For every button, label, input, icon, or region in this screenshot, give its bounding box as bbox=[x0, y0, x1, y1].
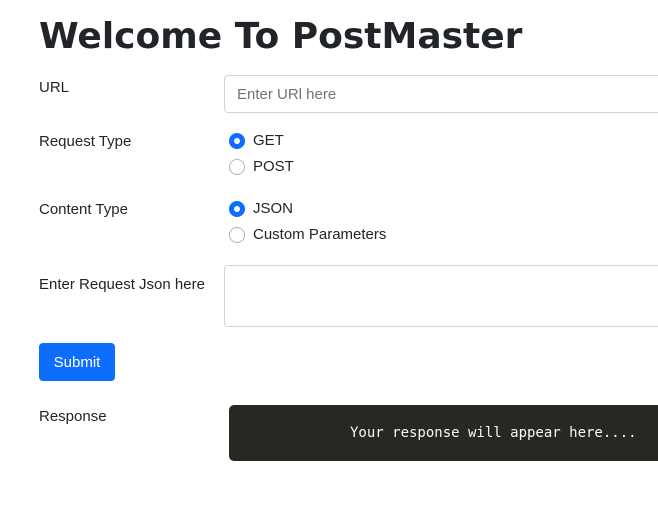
request-type-get-label: GET bbox=[253, 132, 284, 149]
submit-button[interactable]: Submit bbox=[39, 343, 115, 381]
content-type-json-option[interactable]: JSON bbox=[229, 199, 293, 219]
request-type-get-option[interactable]: GET bbox=[229, 131, 284, 151]
request-type-get-radio[interactable] bbox=[229, 133, 245, 149]
postmaster-page: Welcome To PostMaster URL Request Type G… bbox=[0, 0, 658, 512]
content-type-custom-radio[interactable] bbox=[229, 227, 245, 243]
url-input[interactable] bbox=[224, 75, 658, 113]
content-type-json-label: JSON bbox=[253, 200, 294, 217]
response-text: Your response will appear here.... bbox=[350, 425, 637, 441]
request-json-textarea[interactable] bbox=[224, 265, 658, 327]
response-label: Response bbox=[39, 408, 107, 425]
content-type-custom-option[interactable]: Custom Parameters bbox=[229, 225, 386, 245]
content-type-json-radio[interactable] bbox=[229, 201, 245, 217]
url-label: URL bbox=[39, 79, 70, 96]
page-title: Welcome To PostMaster bbox=[39, 16, 523, 57]
request-type-post-label: POST bbox=[253, 158, 294, 175]
request-type-label: Request Type bbox=[39, 133, 132, 150]
content-type-label: Content Type bbox=[39, 201, 128, 218]
response-panel: Your response will appear here.... bbox=[229, 405, 658, 461]
request-type-post-option[interactable]: POST bbox=[229, 157, 294, 177]
request-json-label: Enter Request Json here bbox=[39, 276, 205, 293]
content-type-custom-label: Custom Parameters bbox=[253, 226, 387, 243]
request-type-post-radio[interactable] bbox=[229, 159, 245, 175]
